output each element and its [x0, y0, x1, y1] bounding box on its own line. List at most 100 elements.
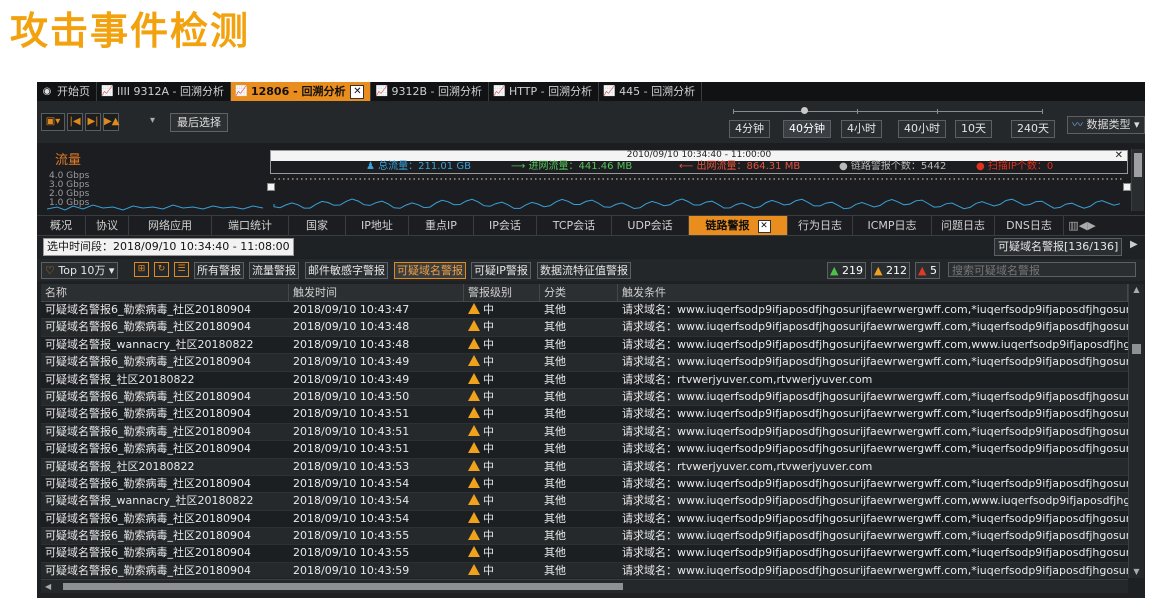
table-row[interactable]: 可疑域名警报_社区20180822 2018/09/10 10:43:49 中 其他 请…	[41, 371, 1128, 389]
filter-tab[interactable]: 可疑IP警报	[471, 262, 531, 279]
main-tab[interactable]: IP会话	[474, 216, 537, 235]
close-icon[interactable]: ✕	[1115, 150, 1123, 161]
main-tab[interactable]: 端口统计	[212, 216, 289, 235]
traffic-legend: ♟ 总流量：211.01 GB ⟶ 进网流量：441.46 MB ⟵ 出网流量：…	[271, 161, 1127, 173]
top-count-dropdown[interactable]: ♡ Top 10万 ▾	[41, 262, 119, 279]
search-input[interactable]: 搜索可疑域名警报	[948, 262, 1136, 277]
time-slider-knob[interactable]	[801, 107, 808, 114]
table-row[interactable]: 可疑域名警报6_勒索病毒_社区20180904 2018/09/10 10:43:…	[41, 562, 1128, 578]
settings-icon[interactable]: ☰	[174, 262, 189, 277]
table-row[interactable]: 可疑域名警报6_勒索病毒_社区20180904 2018/09/10 10:43:…	[41, 388, 1128, 407]
range-button[interactable]: 40分钟	[783, 120, 831, 138]
chevron-down-icon[interactable]: ▾	[150, 115, 155, 126]
scroll-thumb[interactable]	[1134, 153, 1142, 177]
export-icon[interactable]: ⊞	[134, 262, 149, 277]
table-cell: 中	[464, 372, 540, 388]
main-tab[interactable]: UDP会话	[612, 216, 689, 235]
table-row[interactable]: 可疑域名警报6_勒索病毒_社区20180904 2018/09/10 10:43:…	[41, 319, 1128, 337]
doc-tab[interactable]: 📈 IIII 9312A - 回溯分析	[97, 82, 231, 101]
filter-tab[interactable]: 所有警报	[194, 262, 244, 279]
data-type-dropdown[interactable]: 〰 数据类型 ▾	[1067, 116, 1145, 134]
selected-time-label: 选中时间段：2018/09/10 10:34:40 - 11:08:00	[43, 238, 294, 256]
traffic-chart	[273, 178, 1122, 210]
table-row[interactable]: 可疑域名警报6_勒索病毒_社区20180904 2018/09/10 10:43:…	[41, 354, 1128, 372]
close-tab-icon[interactable]: ✕	[350, 84, 365, 99]
range-button[interactable]: 4分钟	[729, 120, 770, 138]
column-header[interactable]: 警报级别	[464, 284, 540, 301]
table-cell: 其他	[544, 529, 566, 543]
table-vertical-scrollbar[interactable]: ▲ ▼	[1128, 284, 1144, 578]
table-cell: 请求域名：www.iuqerfsodp9ifjaposdfjhgosurijfa…	[622, 529, 1128, 543]
severity-high-badge[interactable]: ▲ 5	[915, 262, 940, 279]
table-row[interactable]: 可疑域名警报6_勒索病毒_社区20180904 2018/09/10 10:43:…	[41, 441, 1128, 459]
table-cell: 2018/09/10 10:43:54	[293, 494, 410, 508]
step-icon[interactable]: ▶▲	[103, 113, 119, 131]
filter-tab[interactable]: 邮件敏感字警报	[305, 262, 388, 279]
doc-tab[interactable]: 📈 9312B - 回溯分析	[371, 82, 489, 101]
table-row[interactable]: 可疑域名警报_wannacry_社区20180822 2018/09/10 10:…	[41, 493, 1128, 511]
main-tab[interactable]: 重点IP	[409, 216, 474, 235]
main-tab[interactable]: 链路警报 ✕	[689, 216, 788, 235]
chevron-right-icon[interactable]: ▶	[1130, 239, 1138, 250]
main-tab[interactable]: ICMP日志	[853, 216, 932, 235]
scroll-up-icon[interactable]: ▲	[1129, 284, 1144, 296]
table-cell: 请求域名：www.iuqerfsodp9ifjaposdfjhgosurijfa…	[622, 303, 1128, 316]
main-tab[interactable]: TCP会话	[537, 216, 612, 235]
severity-low-badge[interactable]: ▲ 219	[827, 262, 866, 279]
doc-tab[interactable]: 📈 HTTP - 回溯分析	[489, 82, 600, 101]
doc-tab-label: 开始页	[57, 85, 90, 98]
alarm-count-label[interactable]: 可疑域名警报[136/136]	[994, 238, 1123, 256]
table-row[interactable]: 可疑域名警报6_勒索病毒_社区20180904 2018/09/10 10:43:…	[41, 475, 1128, 494]
range-button[interactable]: 240天	[1011, 120, 1055, 138]
range-button[interactable]: 4小时	[841, 120, 882, 138]
main-tab[interactable]: 概况	[37, 216, 86, 235]
scroll-thumb[interactable]	[1132, 344, 1141, 354]
range-button[interactable]: 40小时	[898, 120, 946, 138]
time-slider-track[interactable]	[733, 111, 1043, 112]
play-icon[interactable]: ▶|	[85, 113, 101, 131]
table-row[interactable]: 可疑域名警报6_勒索病毒_社区20180904 2018/09/10 10:43:…	[41, 545, 1128, 563]
table-row[interactable]: 可疑域名警报6_勒索病毒_社区20180904 2018/09/10 10:43:…	[41, 528, 1128, 546]
main-tab[interactable]: DNS日志	[995, 216, 1064, 235]
table-row[interactable]: 可疑域名警报6_勒索病毒_社区20180904 2018/09/10 10:43:…	[41, 510, 1128, 529]
main-tab[interactable]: 问题日志	[932, 216, 995, 235]
alarm-level-text: 中	[483, 442, 494, 456]
table-row[interactable]: 可疑域名警报6_勒索病毒_社区20180904 2018/09/10 10:43:…	[41, 302, 1128, 320]
doc-tab[interactable]: ◉ 开始页	[37, 82, 97, 101]
range-button[interactable]: 10天	[955, 120, 992, 138]
filter-tab[interactable]: 可疑域名警报	[394, 262, 466, 279]
scroll-thumb[interactable]	[63, 583, 623, 590]
refresh-icon[interactable]: ↻	[154, 262, 169, 277]
column-header[interactable]: 触发时间	[289, 284, 464, 301]
column-header[interactable]: 名称	[41, 284, 289, 301]
doc-tab[interactable]: 📈 445 - 回溯分析	[599, 82, 703, 101]
main-tab[interactable]: IP地址	[346, 216, 409, 235]
table-row[interactable]: 可疑域名警报6_勒索病毒_社区20180904 2018/09/10 10:43:…	[41, 406, 1128, 424]
last-select-button[interactable]: 最后选择	[170, 113, 228, 132]
table-row[interactable]: 可疑域名警报_wannacry_社区20180822 2018/09/10 10:…	[41, 336, 1128, 355]
filter-tab[interactable]: 流量警报	[249, 262, 299, 279]
main-tab[interactable]: 协议	[86, 216, 129, 235]
table-cell: 请求域名：www.iuqerfsodp9ifjaposdfjhgosurijfa…	[622, 476, 1128, 490]
slide-title: 攻击事件检测	[10, 9, 251, 53]
main-tab[interactable]: 国家	[289, 216, 346, 235]
main-tab[interactable]: 网络应用	[129, 216, 212, 235]
close-tab-icon[interactable]: ✕	[757, 219, 771, 233]
main-tab[interactable]: 行为日志	[788, 216, 853, 235]
traffic-scrollbar[interactable]	[1131, 149, 1144, 211]
capture-icon[interactable]: ▣▾	[41, 113, 65, 131]
tab-overflow-icon[interactable]: ▥◀▶	[1064, 216, 1100, 235]
scroll-left-icon[interactable]: ◀	[45, 580, 51, 593]
table-row[interactable]: 可疑域名警报6_勒索病毒_社区20180904 2018/09/10 10:43:…	[41, 423, 1128, 442]
table-row[interactable]: 可疑域名警报_社区20180822 2018/09/10 10:43:53 中 其他 请…	[41, 458, 1128, 476]
filter-tab[interactable]: 数据流特征值警报	[537, 262, 631, 279]
doc-tab-label: 12806 - 回溯分析	[250, 85, 346, 98]
column-header[interactable]: 触发条件	[618, 284, 1128, 301]
severity-mid-badge[interactable]: ▲ 212	[871, 262, 910, 279]
column-header[interactable]: 分类	[540, 284, 618, 301]
doc-tab[interactable]: 📈 12806 - 回溯分析 ✕	[230, 82, 372, 101]
rewind-icon[interactable]: |◀	[67, 113, 83, 131]
table-cell: 中	[464, 337, 540, 353]
table-horizontal-scrollbar[interactable]: ◀	[41, 579, 1128, 593]
scroll-down-icon[interactable]: ▼	[1129, 566, 1144, 578]
